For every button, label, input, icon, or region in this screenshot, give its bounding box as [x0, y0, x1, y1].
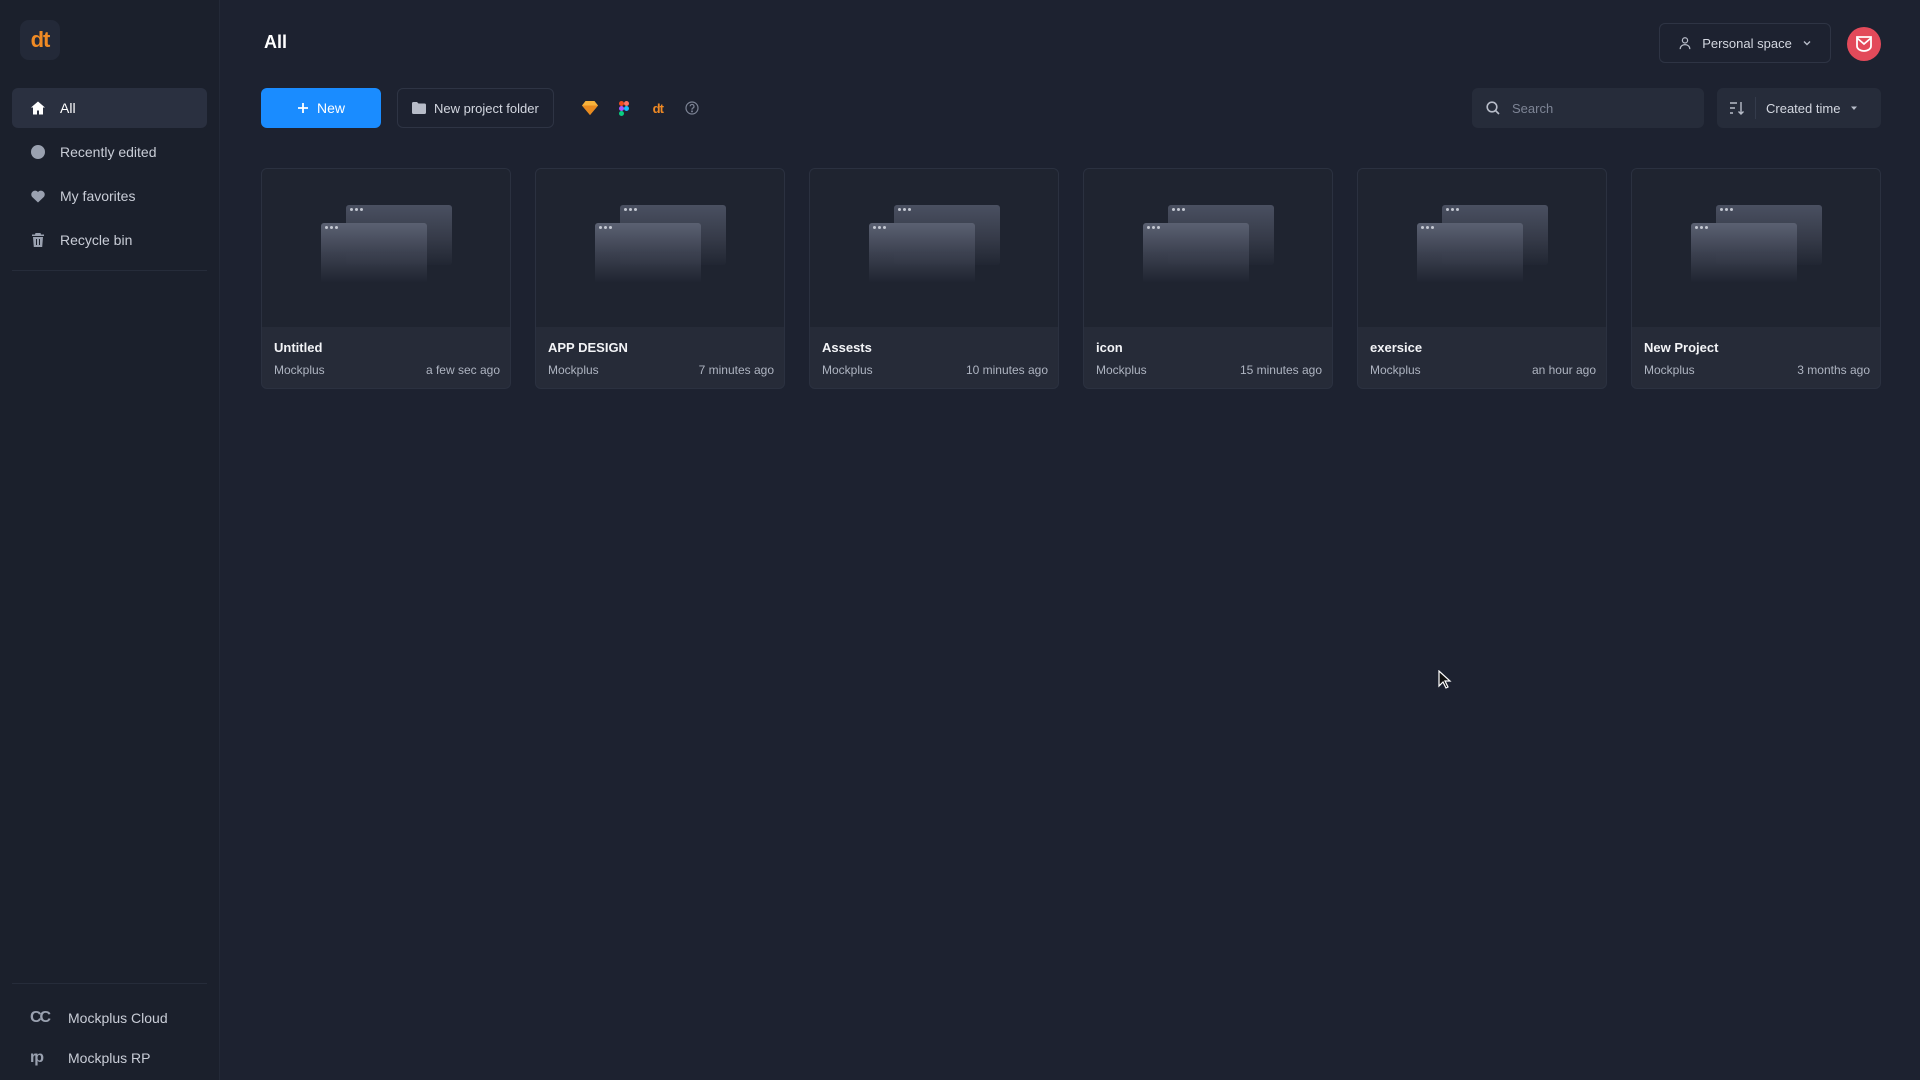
project-owner: Mockplus — [548, 363, 599, 377]
new-project-folder-label: New project folder — [434, 100, 539, 116]
search-icon — [1486, 101, 1500, 115]
sidebar-item-label: Recently edited — [60, 144, 157, 160]
project-card[interactable]: icon Mockplus 15 minutes ago — [1083, 168, 1333, 389]
project-owner: Mockplus — [822, 363, 873, 377]
sidebar-item-label: Recycle bin — [60, 232, 133, 248]
page-title: All — [264, 32, 288, 52]
sort-dropdown[interactable]: Created time — [1717, 88, 1881, 128]
personal-space-dropdown[interactable]: Personal space — [1659, 23, 1831, 63]
project-owner: Mockplus — [1370, 363, 1421, 377]
project-thumbnail — [536, 169, 784, 327]
mockplus-cloud-label: Mockplus Cloud — [68, 1010, 168, 1026]
project-thumbnail — [1632, 169, 1880, 327]
mockplus-cloud-icon: CC — [30, 1009, 51, 1026]
project-owner: Mockplus — [274, 363, 325, 377]
home-icon — [31, 101, 45, 115]
project-card[interactable]: APP DESIGN Mockplus 7 minutes ago — [535, 168, 785, 389]
figma-icon[interactable] — [614, 98, 634, 118]
project-time: 15 minutes ago — [1239, 363, 1322, 377]
project-thumbnail — [1084, 169, 1332, 327]
mockplus-rp-icon: rp — [30, 1049, 44, 1066]
app-logo[interactable]: dt — [20, 20, 60, 60]
sidebar-bottom-divider — [12, 983, 207, 984]
project-grid: Untitled Mockplus a few sec ago APP DESIG… — [261, 168, 1881, 389]
project-time: 3 months ago — [1797, 363, 1870, 377]
project-name: icon — [1096, 340, 1123, 355]
project-name: Assests — [822, 340, 872, 355]
sidebar-item-all[interactable]: All — [12, 88, 207, 128]
sidebar-divider — [12, 270, 207, 271]
chevron-down-icon — [1803, 41, 1811, 46]
project-card[interactable]: Assests Mockplus 10 minutes ago — [809, 168, 1059, 389]
project-card[interactable]: exersice Mockplus an hour ago — [1357, 168, 1607, 389]
sketch-icon[interactable] — [580, 98, 600, 118]
project-time: 7 minutes ago — [698, 363, 774, 377]
search-box[interactable] — [1472, 88, 1704, 128]
import-icons: dt — [580, 98, 702, 118]
main-content: All Personal space New New project folde… — [220, 0, 1920, 1080]
folder-icon — [412, 102, 426, 114]
dt-icon[interactable]: dt — [648, 98, 668, 118]
project-name: New Project — [1644, 340, 1719, 355]
toolbar: New New project folder dt — [261, 88, 702, 128]
caret-down-icon — [1851, 106, 1858, 110]
project-thumbnail — [1358, 169, 1606, 327]
project-card[interactable]: New Project Mockplus 3 months ago — [1631, 168, 1881, 389]
project-name: Untitled — [274, 340, 323, 355]
project-name: exersice — [1370, 340, 1423, 355]
project-thumbnail — [262, 169, 510, 327]
project-thumbnail — [810, 169, 1058, 327]
sidebar-item-recently-edited[interactable]: Recently edited — [12, 132, 207, 172]
trash-icon — [32, 233, 44, 247]
sidebar-nav: All Recently edited My favorites Recycle… — [12, 88, 207, 264]
sort-separator — [1755, 97, 1756, 119]
user-icon — [1679, 37, 1691, 50]
project-time: a few sec ago — [425, 363, 500, 377]
sidebar-item-recycle-bin[interactable]: Recycle bin — [12, 220, 207, 260]
new-button[interactable]: New — [261, 88, 381, 128]
logo-text: dt — [30, 27, 51, 52]
avatar[interactable] — [1847, 27, 1881, 61]
sort-label: Created time — [1766, 100, 1841, 116]
new-button-label: New — [316, 100, 345, 116]
personal-space-label: Personal space — [1702, 35, 1792, 51]
mockplus-cloud-link[interactable]: CC Mockplus Cloud — [30, 998, 168, 1038]
mouse-cursor-icon — [1438, 670, 1452, 689]
sidebar: dt All Recently edited My favorites Recy… — [0, 0, 220, 1080]
search-input[interactable] — [1512, 100, 1682, 116]
help-icon[interactable] — [682, 98, 702, 118]
heart-icon — [31, 190, 45, 203]
project-owner: Mockplus — [1096, 363, 1147, 377]
clock-icon — [31, 145, 45, 159]
mockplus-rp-link[interactable]: rp Mockplus RP — [30, 1038, 168, 1078]
mockplus-rp-label: Mockplus RP — [68, 1050, 151, 1066]
project-time: 10 minutes ago — [965, 363, 1048, 377]
plus-icon — [297, 103, 308, 113]
sidebar-item-my-favorites[interactable]: My favorites — [12, 176, 207, 216]
project-time: an hour ago — [1531, 363, 1596, 377]
new-project-folder-button[interactable]: New project folder — [397, 88, 554, 128]
product-links: CC Mockplus Cloud rp Mockplus RP — [30, 998, 168, 1078]
sidebar-item-label: My favorites — [60, 188, 136, 204]
sort-icon — [1730, 102, 1744, 115]
project-owner: Mockplus — [1644, 363, 1695, 377]
project-name: APP DESIGN — [548, 340, 628, 355]
avatar-mask-icon — [1856, 36, 1872, 52]
project-card[interactable]: Untitled Mockplus a few sec ago — [261, 168, 511, 389]
sidebar-item-label: All — [60, 100, 76, 116]
